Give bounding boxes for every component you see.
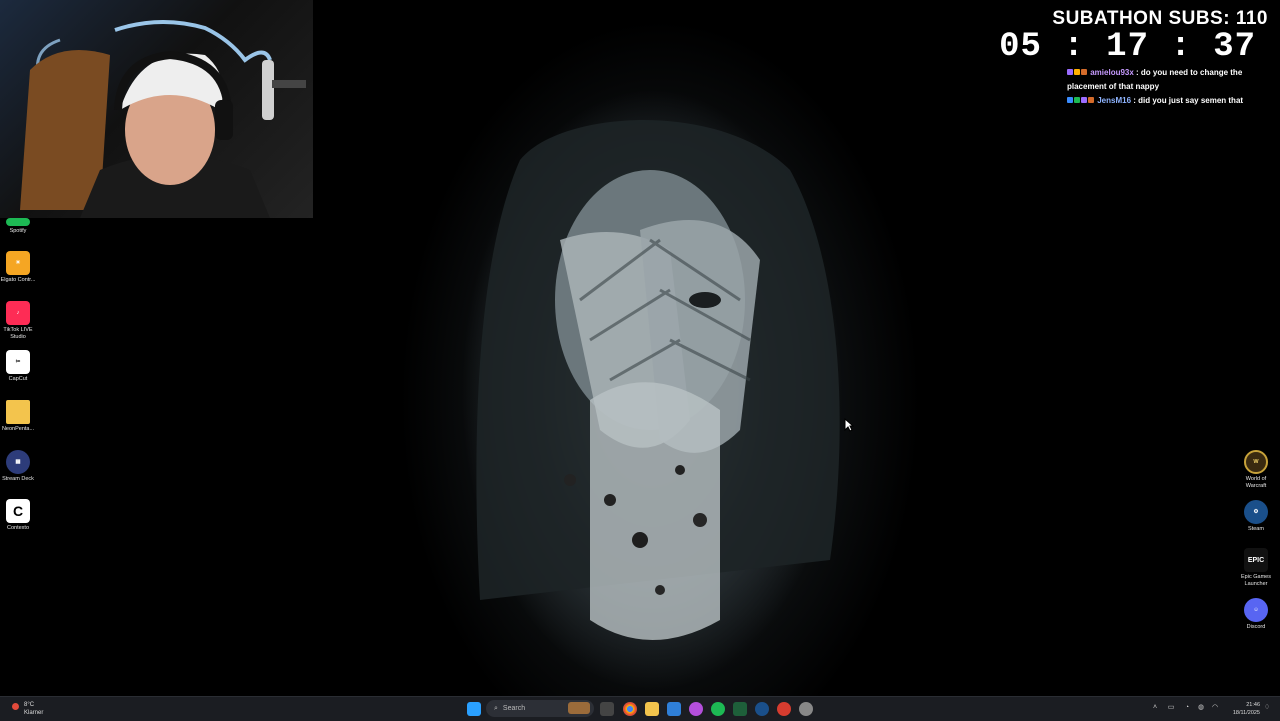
mouse-cursor-icon <box>844 418 854 432</box>
tray-overflow-icon[interactable]: ˄ <box>1151 704 1159 712</box>
chrome-icon[interactable] <box>623 702 637 716</box>
desktop-icon-label: Elgato Contr... <box>0 277 36 283</box>
desktop-icon-label: Epic Games Launcher <box>1241 574 1271 587</box>
chat-overlay: amielou93x : do you need to change the p… <box>1067 66 1267 108</box>
webcam-feed <box>0 0 313 218</box>
world-of-warcraft-icon: W <box>1244 450 1268 474</box>
clock-date: 18/11/2025 <box>1232 710 1260 716</box>
desktop-icon-label: Steam <box>1248 526 1264 532</box>
taskbar: 8°C Klarner ⌕ Search ˄ ▭ ◔ ◍ ◠ 21:46 18/… <box>0 696 1280 721</box>
settings-icon[interactable] <box>799 702 813 716</box>
desktop-icon-steam[interactable]: ⚙ Steam <box>1238 500 1274 533</box>
desktop-icon-label: CapCut <box>8 376 28 382</box>
chat-badges <box>1067 66 1088 80</box>
windows-start-icon[interactable] <box>467 702 481 716</box>
weather-widget[interactable]: 8°C Klarner <box>12 701 43 717</box>
mail-icon[interactable] <box>667 702 681 716</box>
file-explorer-icon[interactable] <box>645 702 659 716</box>
desktop-icon-label: World of Warcraft <box>1245 476 1267 489</box>
desktop-icon-discord[interactable]: ☺ Discord <box>1238 598 1274 631</box>
search-icon: ⌕ <box>494 704 498 712</box>
subathon-timer: 05 : 17 : 37 <box>999 28 1256 66</box>
steam-taskbar-icon[interactable] <box>755 702 769 716</box>
desktop-icon-neonpenta[interactable]: NeonPenta... <box>0 400 36 433</box>
clock-time: 21:46 <box>1246 702 1260 708</box>
microphone-icon[interactable]: ◍ <box>1197 704 1205 712</box>
desktop-icon-tiktok[interactable]: ♪ TikTok LIVE Studio <box>0 301 36 341</box>
chat-text: : did you just say semen that <box>1131 96 1244 106</box>
task-view-icon[interactable] <box>600 702 614 716</box>
desktop-icon-contexto[interactable]: C Contexto <box>0 499 36 532</box>
desktop-icon-label: TikTok LIVE Studio <box>3 327 33 340</box>
folder-icon <box>6 400 30 424</box>
desktop-icon-epic-games[interactable]: EPIC Epic Games Launcher <box>1238 548 1274 588</box>
contexto-icon: C <box>6 499 30 523</box>
weather-icon <box>12 703 19 710</box>
discord-icon: ☺ <box>1244 598 1268 622</box>
terminal-icon[interactable] <box>733 702 747 716</box>
subathon-subs-counter: SUBATHON SUBS: 110 <box>1052 8 1268 29</box>
chat-message: JensM16 : did you just say semen that <box>1067 94 1267 108</box>
chat-username: amielou93x <box>1090 68 1134 78</box>
capcut-icon: ✂ <box>6 350 30 374</box>
desktop-icon-label: Spotify <box>9 228 27 234</box>
desktop-icon-label: Contexto <box>6 525 29 531</box>
desktop-icon-stream-deck[interactable]: ▦ Stream Deck <box>0 450 36 483</box>
stream-deck-icon: ▦ <box>6 450 30 474</box>
steam-icon: ⚙ <box>1244 500 1268 524</box>
desktop-icon-world-of-warcraft[interactable]: W World of Warcraft <box>1238 450 1274 490</box>
network-icon[interactable]: ◔ <box>1183 704 1191 712</box>
clock[interactable]: 21:46 18/11/2025 <box>1226 701 1260 717</box>
epic-games-icon: EPIC <box>1244 548 1268 572</box>
desktop-icon-label: NeonPenta... <box>1 426 35 432</box>
desktop-icon-spotify[interactable]: Spotify <box>0 218 36 235</box>
spotify-icon <box>6 218 30 226</box>
webcam-scene <box>20 20 306 218</box>
search-highlight-icon <box>568 702 590 714</box>
notification-bell-icon[interactable]: ♢ <box>1263 704 1271 712</box>
tray-app-icon[interactable]: ▭ <box>1167 704 1175 712</box>
twitch-messenger-icon[interactable] <box>689 702 703 716</box>
weather-desc: Klarner <box>24 710 44 716</box>
chat-badges <box>1067 94 1095 108</box>
obs-icon[interactable] <box>777 702 791 716</box>
wifi-icon[interactable]: ◠ <box>1211 704 1219 712</box>
tiktok-icon: ♪ <box>6 301 30 325</box>
desktop-icon-elgato[interactable]: ☀ Elgato Contr... <box>0 251 36 284</box>
desktop-icon-label: Stream Deck <box>2 476 34 482</box>
desktop-icon-capcut[interactable]: ✂ CapCut <box>0 350 36 383</box>
spotify-taskbar-icon[interactable] <box>711 702 725 716</box>
taskbar-search[interactable]: ⌕ Search <box>486 700 594 717</box>
elgato-control-icon: ☀ <box>6 251 30 275</box>
desktop-icon-label: Discord <box>1246 624 1266 630</box>
chat-username: JensM16 <box>1097 96 1132 106</box>
search-placeholder: Search <box>502 705 526 712</box>
chat-message: amielou93x : do you need to change the p… <box>1067 66 1267 94</box>
